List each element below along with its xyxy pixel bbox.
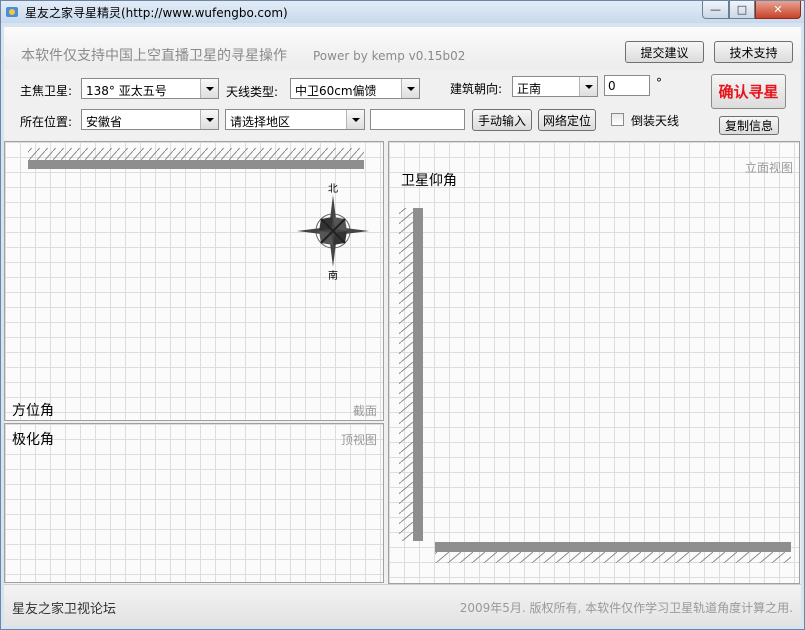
chevron-down-icon[interactable] <box>346 110 364 129</box>
polarization-view-tag: 顶视图 <box>340 433 377 447</box>
tech-support-button[interactable]: 技术支持 <box>714 41 793 63</box>
elevation-drawing <box>399 208 791 563</box>
version-text: Power by kemp v0.15b02 <box>313 49 466 63</box>
elevation-panel: 卫星仰角 立面视图 <box>388 141 800 584</box>
chevron-down-icon[interactable] <box>200 110 218 129</box>
region-select[interactable]: 请选择地区 <box>225 109 365 130</box>
chevron-down-icon[interactable] <box>401 79 419 98</box>
network-locate-button[interactable]: 网络定位 <box>538 109 596 131</box>
title-bar[interactable]: 星友之家寻星精灵(http://www.wufengbo.com) — □ ✕ <box>1 1 804 23</box>
region-text-field[interactable] <box>371 110 464 129</box>
app-window: 星友之家寻星精灵(http://www.wufengbo.com) — □ ✕ … <box>0 0 805 630</box>
province-select[interactable]: 安徽省 <box>81 109 219 130</box>
orientation-degree-field[interactable] <box>605 76 649 95</box>
confirm-search-label: 确认寻星 <box>718 83 779 101</box>
azimuth-panel: 北 南 方位角 截面 <box>4 141 384 421</box>
compass-south-label: 南 <box>328 271 338 282</box>
elevation-title: 卫星仰角 <box>401 173 457 189</box>
azimuth-view-tag: 截面 <box>352 404 377 418</box>
chevron-down-icon[interactable] <box>200 79 218 98</box>
vertical-wall <box>413 208 423 541</box>
inverted-antenna-label: 倒装天线 <box>631 114 680 128</box>
support-notice: 本软件仅支持中国上空直播卫星的寻星操作 <box>21 48 287 64</box>
orientation-select[interactable]: 正南 <box>512 76 598 97</box>
polarization-panel: 极化角 顶视图 <box>4 423 384 583</box>
satellite-select[interactable]: 138° 亚太五号 <box>81 78 219 99</box>
satellite-value: 138° 亚太五号 <box>86 84 167 98</box>
wall-bar <box>28 160 364 169</box>
copy-info-button[interactable]: 复制信息 <box>719 116 779 135</box>
minimize-button[interactable]: — <box>702 1 729 19</box>
azimuth-title: 方位角 <box>12 403 54 419</box>
app-icon <box>6 7 18 17</box>
maximize-button[interactable]: □ <box>729 1 755 19</box>
antenna-value: 中卫60cm偏馈 <box>295 84 377 98</box>
copyright-text: 2009年5月. 版权所有, 本软件仅作学习卫星轨道角度计算之用. <box>459 601 793 615</box>
compass-rose-icon <box>297 195 369 267</box>
inverted-antenna-checkbox[interactable] <box>611 113 624 126</box>
ground-bar <box>435 542 791 552</box>
region-value: 请选择地区 <box>230 115 291 129</box>
degree-symbol: ° <box>656 76 662 90</box>
elevation-view-tag: 立面视图 <box>744 161 793 175</box>
vertical-wall-hatch <box>399 208 413 541</box>
ground-hatch <box>435 552 791 563</box>
manual-input-button[interactable]: 手动输入 <box>472 109 532 131</box>
chevron-down-icon[interactable] <box>579 77 597 96</box>
orientation-value: 正南 <box>517 82 542 96</box>
close-button[interactable]: ✕ <box>755 1 801 19</box>
region-text-input[interactable] <box>370 109 465 130</box>
location-label: 所在位置: <box>20 115 73 129</box>
client-area: 本软件仅支持中国上空直播卫星的寻星操作 Power by kemp v0.15b… <box>4 27 801 626</box>
province-value: 安徽省 <box>86 115 123 129</box>
wall-hatch <box>28 148 364 160</box>
antenna-label: 天线类型: <box>226 85 279 99</box>
compass-north-label: 北 <box>328 184 338 195</box>
forum-link[interactable]: 星友之家卫视论坛 <box>12 598 116 617</box>
antenna-select[interactable]: 中卫60cm偏馈 <box>290 78 420 99</box>
submit-feedback-button[interactable]: 提交建议 <box>625 41 704 63</box>
orientation-label: 建筑朝向: <box>450 82 503 96</box>
polarization-title: 极化角 <box>12 432 54 448</box>
status-bar: 星友之家卫视论坛 2009年5月. 版权所有, 本软件仅作学习卫星轨道角度计算之… <box>4 584 801 626</box>
satellite-label: 主焦卫星: <box>20 84 73 98</box>
window-title: 星友之家寻星精灵(http://www.wufengbo.com) <box>25 6 288 20</box>
orientation-degree-input[interactable] <box>604 75 650 96</box>
confirm-search-button[interactable]: 确认寻星 <box>711 74 786 109</box>
